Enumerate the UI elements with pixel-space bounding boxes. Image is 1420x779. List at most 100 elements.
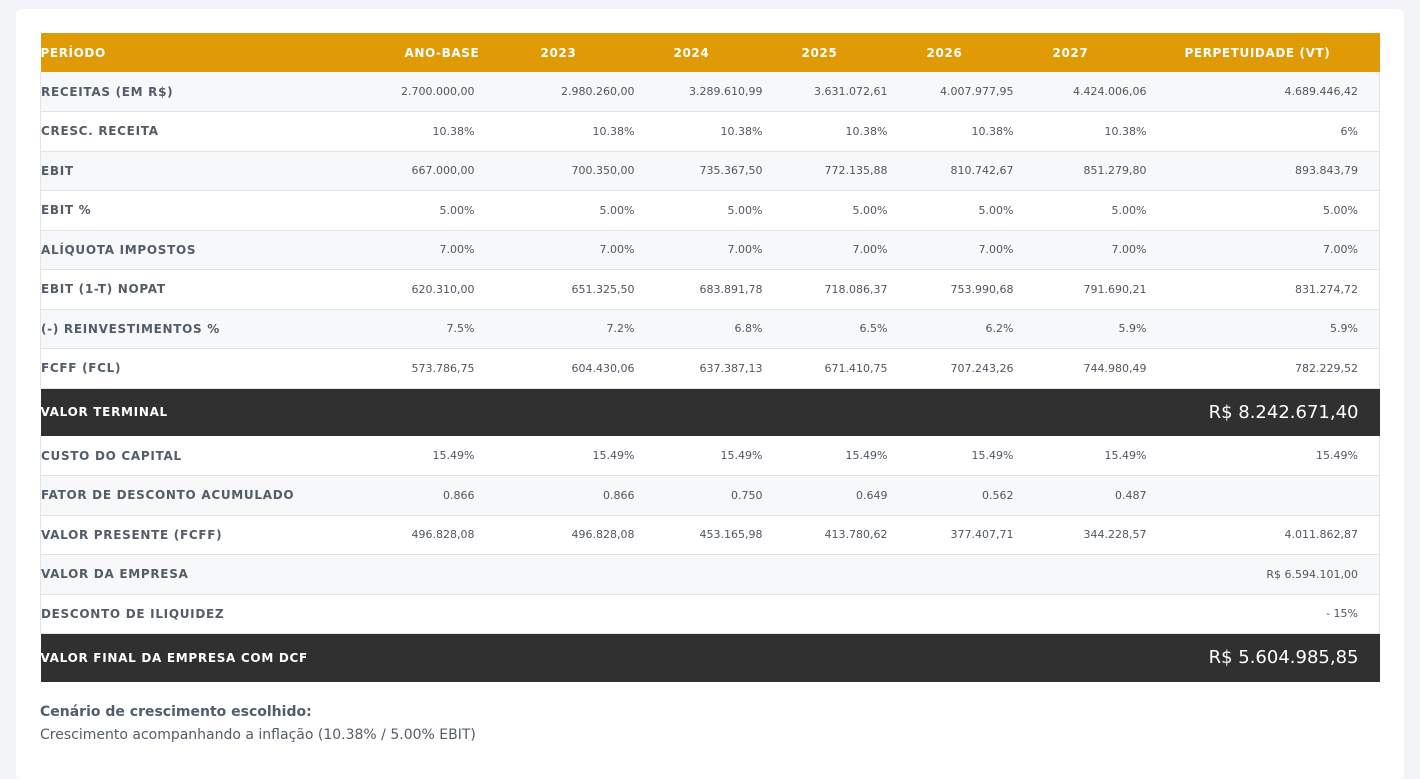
- table-cell: 893.843,79: [1146, 151, 1380, 191]
- table-cell: 413.780,62: [824, 528, 888, 542]
- table-cell: [763, 594, 888, 634]
- table-cell: 5.9%: [1118, 322, 1147, 336]
- table-cell: 753.990,68: [950, 282, 1014, 296]
- table-cell: 377.407,71: [950, 528, 1014, 542]
- column-header-2025: 2025: [801, 45, 838, 60]
- table-cell: 2.700.000,00: [401, 85, 475, 98]
- table-cell: 5.00%: [852, 203, 888, 217]
- table-row: CRESC. RECEITA 10.38% 10.38% 10.38% 10.38% 10…: [40, 111, 1380, 151]
- table-cell: - 15%: [1146, 594, 1380, 634]
- table-cell: 0.562: [982, 488, 1014, 502]
- table-cell: 10.38%: [1104, 124, 1147, 138]
- table-cell: 496.828,08: [571, 528, 635, 542]
- table-cell: 7.00%: [599, 243, 635, 257]
- table-cell: 10.38%: [592, 124, 635, 138]
- table-cell: 344.228,57: [1083, 528, 1147, 542]
- table-cell: 5.00%: [439, 203, 475, 217]
- table-cell: 7.00%: [852, 243, 888, 257]
- table-cell: 707.243,26: [950, 361, 1014, 375]
- table-row: (-) REINVESTIMENTOS % 7.5% 7.2% 6.8% 6.5% 6.2…: [40, 309, 1380, 349]
- row-label: EBIT (1-T) NOPAT: [40, 269, 361, 309]
- table-cell: 735.367,50: [699, 164, 763, 178]
- table-cell: 620.310,00: [411, 282, 475, 296]
- table-row: VALOR PRESENTE (FCFF) 496.828,08 496.828,0…: [40, 515, 1380, 555]
- table-cell: 7.00%: [1111, 243, 1147, 257]
- table-cell: 15.49%: [971, 449, 1014, 462]
- final-value-row: VALOR FINAL DA EMPRESA COM DCF R$ 5.604.9…: [40, 633, 1380, 682]
- table-cell: [361, 555, 503, 595]
- table-cell: 6.5%: [859, 322, 888, 336]
- table-cell: 15.49%: [845, 449, 888, 462]
- table-cell: [503, 555, 635, 595]
- dcf-table: PERÍODO ANO-BASE 2023 2024 2025 2026 202…: [40, 33, 1380, 682]
- table-cell: 683.891,78: [699, 282, 763, 296]
- terminal-value-value: R$ 8.242.671,40: [1208, 401, 1359, 423]
- table-cell: 0.866: [443, 488, 475, 502]
- table-cell: [635, 594, 763, 634]
- table-cell: [361, 594, 503, 634]
- table-cell: 10.38%: [720, 124, 763, 138]
- row-label: RECEITAS (EM R$): [40, 72, 361, 112]
- table-header-row: PERÍODO ANO-BASE 2023 2024 2025 2026 202…: [40, 33, 1380, 72]
- table-cell: 604.430,06: [571, 361, 635, 375]
- table-cell: 6.8%: [734, 322, 763, 336]
- table-cell: 15.49%: [1104, 449, 1147, 462]
- table-cell: 3.631.072,61: [814, 85, 888, 98]
- scenario-text: Crescimento acompanhando a inflação (10.…: [40, 727, 476, 743]
- table-cell: 5.00%: [727, 203, 763, 217]
- table-cell: 782.229,52: [1146, 348, 1380, 388]
- table-cell: 2.980.260,00: [561, 85, 635, 98]
- row-label: FCFF (FCL): [40, 348, 361, 388]
- row-label: VALOR PRESENTE (FCFF): [40, 515, 361, 555]
- scenario-title: Cenário de crescimento escolhido:: [40, 704, 312, 720]
- table-cell: 5.00%: [978, 203, 1014, 217]
- table-cell: [1146, 475, 1380, 515]
- table-row: CUSTO DO CAPITAL 15.49% 15.49% 15.49% 15.49%…: [40, 436, 1380, 476]
- terminal-value-row: VALOR TERMINAL R$ 8.242.671,40: [40, 388, 1380, 436]
- table-cell: [888, 594, 1014, 634]
- table-cell: 7.2%: [606, 322, 635, 336]
- row-label: (-) REINVESTIMENTOS %: [40, 309, 361, 349]
- table-cell: R$ 6.594.101,00: [1146, 554, 1380, 594]
- table-cell: [763, 555, 888, 595]
- table-cell: 453.165,98: [699, 528, 763, 542]
- column-header-ano-base: ANO-BASE: [404, 45, 480, 60]
- row-label: ALÍQUOTA IMPOSTOS: [40, 230, 361, 270]
- table-cell: 10.38%: [971, 124, 1014, 138]
- table-cell: 5.00%: [599, 203, 635, 217]
- table-cell: [635, 555, 763, 595]
- table-cell: 667.000,00: [411, 164, 475, 178]
- table-row: DESCONTO DE ILIQUIDEZ - 15%: [40, 594, 1380, 634]
- table-row: FCFF (FCL) 573.786,75 604.430,06 637.387,13…: [40, 348, 1380, 388]
- table-cell: 7.5%: [446, 322, 475, 336]
- table-cell: 718.086,37: [824, 282, 888, 296]
- column-header-perpetuidade: PERPETUIDADE (VT): [1184, 45, 1331, 60]
- table-cell: 5.9%: [1146, 309, 1380, 349]
- table-cell: 851.279,80: [1083, 164, 1147, 178]
- row-label: VALOR DA EMPRESA: [40, 554, 361, 594]
- table-cell: 496.828,08: [411, 528, 475, 542]
- table-cell: 651.325,50: [571, 282, 635, 296]
- table-cell: 7.00%: [727, 243, 763, 257]
- final-value-label: VALOR FINAL DA EMPRESA COM DCF: [40, 650, 308, 665]
- column-header-periodo: PERÍODO: [40, 45, 106, 60]
- table-cell: 7.00%: [978, 243, 1014, 257]
- table-cell: 6%: [1146, 111, 1380, 151]
- table-cell: 15.49%: [720, 449, 763, 462]
- row-label: EBIT: [40, 151, 361, 191]
- table-cell: 4.424.006,06: [1073, 85, 1147, 98]
- table-row: EBIT 667.000,00 700.350,00 735.367,50 772.13…: [40, 151, 1380, 191]
- table-cell: 7.00%: [439, 243, 475, 257]
- table-cell: 0.750: [731, 488, 763, 502]
- row-label: FATOR DE DESCONTO ACUMULADO: [40, 475, 361, 515]
- table-cell: 810.742,67: [950, 164, 1014, 178]
- table-cell: 772.135,88: [824, 164, 888, 178]
- table-cell: 0.649: [856, 488, 888, 502]
- table-cell: [1014, 594, 1147, 634]
- table-cell: 4.007.977,95: [940, 85, 1014, 98]
- table-cell: 5.00%: [1146, 190, 1380, 230]
- final-value-value: R$ 5.604.985,85: [1208, 647, 1359, 669]
- table-row: EBIT (1-T) NOPAT 620.310,00 651.325,50 683.…: [40, 269, 1380, 309]
- table-cell: 637.387,13: [699, 361, 763, 375]
- table-cell: 3.289.610,99: [689, 85, 763, 98]
